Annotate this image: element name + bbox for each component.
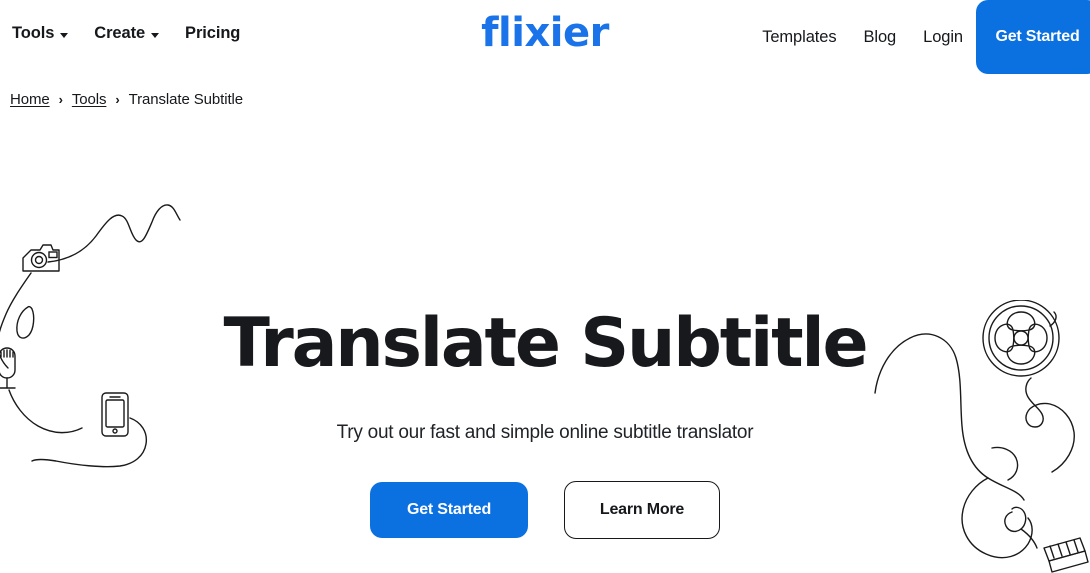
hero-subtitle: Try out our fast and simple online subti… xyxy=(336,422,754,443)
hero-cta-group: Get Started Learn More xyxy=(0,481,1090,539)
breadcrumb-separator-icon: › xyxy=(115,92,120,107)
learn-more-button[interactable]: Learn More xyxy=(564,481,720,539)
get-started-button-header[interactable]: Get Started xyxy=(976,0,1090,74)
breadcrumb-item-home[interactable]: Home xyxy=(10,91,50,108)
nav-link-templates[interactable]: Templates xyxy=(762,28,836,47)
hero-section: Translate Subtitle Try out our fast and … xyxy=(0,150,1090,539)
nav-link-login[interactable]: Login xyxy=(923,28,963,47)
breadcrumb-item-current: Translate Subtitle xyxy=(128,91,243,108)
breadcrumb-item-tools[interactable]: Tools xyxy=(72,91,107,108)
nav-link-blog[interactable]: Blog xyxy=(864,28,897,47)
get-started-button-hero[interactable]: Get Started xyxy=(370,482,528,538)
breadcrumb-separator-icon: › xyxy=(58,92,63,107)
primary-nav-right: Templates Blog Login Get Started xyxy=(762,0,1090,74)
breadcrumb: Home › Tools › Translate Subtitle xyxy=(10,91,243,108)
site-header: Tools Create Pricing flixier Templates B… xyxy=(0,0,1090,74)
page-title: Translate Subtitle xyxy=(223,304,869,383)
